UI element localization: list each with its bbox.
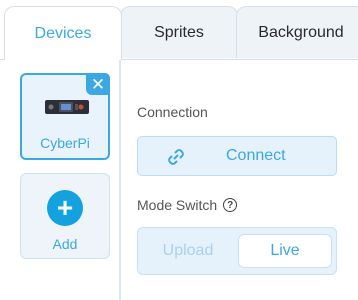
device-card-cyberpi[interactable]: ✕ CyberPi: [20, 73, 110, 160]
cyberpi-device-image: [45, 100, 89, 114]
mode-switch: Upload Live: [137, 227, 337, 275]
tab-background[interactable]: Background: [236, 6, 358, 58]
add-device-button[interactable]: + Add: [20, 173, 110, 259]
mode-switch-heading: Mode Switch ?: [137, 197, 238, 213]
plus-icon: +: [47, 190, 83, 226]
connect-label: Connect: [226, 147, 286, 164]
connection-label: Connection: [137, 104, 208, 120]
link-icon: [168, 149, 184, 165]
device-label: CyberPi: [40, 135, 90, 151]
close-icon[interactable]: ✕: [86, 73, 110, 95]
mode-switch-label: Mode Switch: [137, 197, 218, 213]
tab-devices-label: Devices: [34, 24, 92, 42]
mode-live-option[interactable]: Live: [238, 234, 332, 268]
tab-sprites-label: Sprites: [154, 23, 204, 41]
connect-button[interactable]: Connect: [137, 136, 337, 176]
add-label: Add: [52, 236, 78, 252]
question-icon[interactable]: ?: [223, 198, 238, 212]
device-list: ✕ CyberPi + Add: [4, 60, 121, 300]
mode-upload-label: Upload: [162, 242, 214, 259]
tab-devices[interactable]: Devices: [4, 6, 122, 60]
tab-background-label: Background: [258, 23, 344, 41]
tab-sprites[interactable]: Sprites: [120, 6, 238, 58]
mode-live-label: Live: [270, 242, 300, 259]
mode-upload-option[interactable]: Upload: [138, 228, 238, 274]
